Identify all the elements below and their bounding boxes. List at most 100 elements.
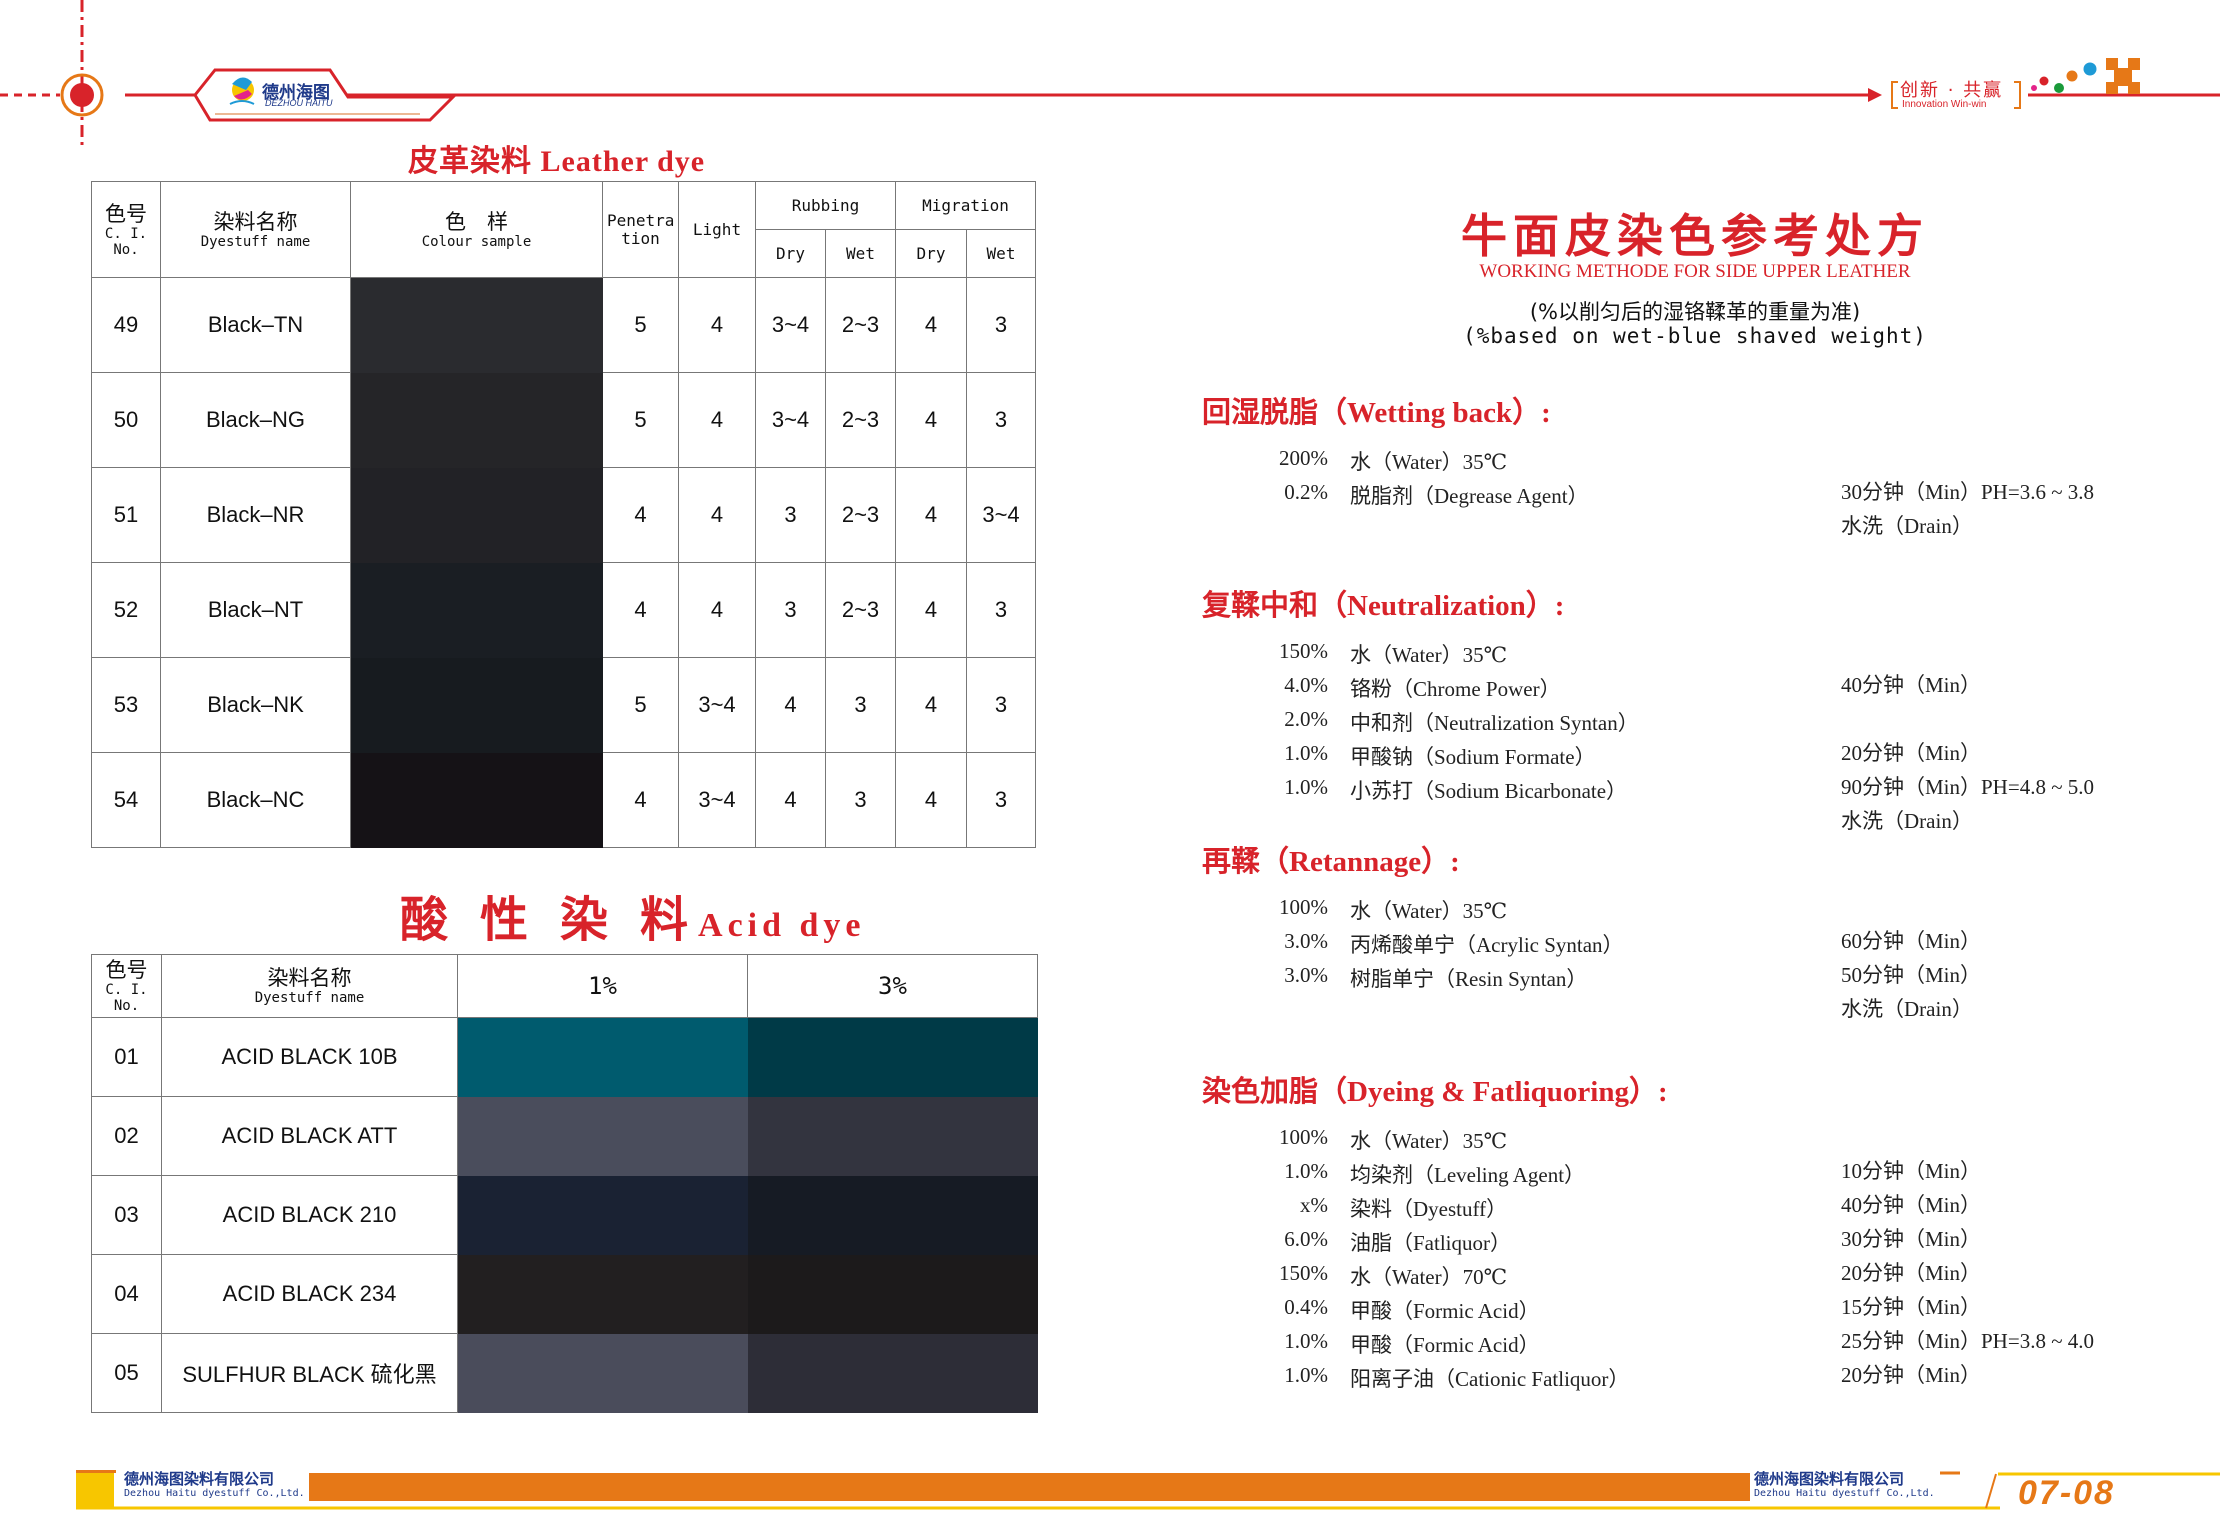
light-cell: 4 [678,467,756,563]
rubbing-wet-cell: 3 [825,752,896,848]
slogan-en: Innovation Win-win [1902,99,1987,110]
logo-name-en: DEZHOU HAITU [265,98,333,108]
colour-sample-swatch [350,467,603,563]
step-time: 40分钟（Min） [1841,1193,1982,1217]
step-percent: 1.0% [1284,1363,1328,1387]
table-row: 05 SULFHUR BLACK 硫化黑 [91,1333,1038,1413]
header-rubbing-wet: Wet [825,229,896,278]
recipe-step: x% 染料（Dyestuff） 40分钟（Min） [1202,1193,2192,1227]
rubbing-wet-cell: 2~3 [825,562,896,658]
dyestuff-name-cell: ACID BLACK 234 [161,1254,458,1334]
swatch-1-percent [457,1333,748,1413]
header-migration-wet: Wet [965,229,1037,278]
recipe-step: 100% 水（Water）35℃ [1202,1125,2192,1159]
migration-wet-cell: 3 [965,562,1037,658]
colour-sample-swatch [350,562,603,658]
step-chemical: 丙烯酸单宁（Acrylic Syntan） [1350,933,1624,957]
step-time: 30分钟（Min） [1841,1227,1982,1251]
rubbing-wet-cell: 3 [825,657,896,753]
migration-wet-cell: 3 [965,372,1037,468]
header-migration: Migration [894,181,1037,230]
step-percent: 3.0% [1284,929,1328,953]
recipe-step: 4.0% 铬粉（Chrome Power） 40分钟（Min） [1202,673,2192,707]
recipe-note-en: (%based on wet-blue shaved weight) [1463,324,1927,348]
step-chemical: 甲酸钠（Sodium Formate） [1350,745,1596,769]
header-ci-no: 色号 C. I. No. [91,954,162,1018]
ci-no-cell: 54 [91,752,161,848]
recipe-subtitle: WORKING METHODE FOR SIDE UPPER LEATHER [1479,261,1911,282]
ci-no-cell: 50 [91,372,161,468]
step-percent: 0.4% [1284,1295,1328,1319]
dyestuff-name-cell: ACID BLACK 210 [161,1175,458,1255]
ci-no-cell: 05 [91,1333,162,1413]
recipe-step: 水洗（Drain） [1202,997,2192,1031]
header-rubbing-dry: Dry [755,229,826,278]
step-chemical: 染料（Dyestuff） [1350,1197,1508,1221]
light-cell: 4 [678,562,756,658]
page-number: 07-08 [2018,1474,2115,1512]
ci-no-cell: 03 [91,1175,162,1255]
recipe-step: 1.0% 均染剂（Leveling Agent） 10分钟（Min） [1202,1159,2192,1193]
step-time: 30分钟（Min）PH=3.6 ~ 3.8 [1841,480,2095,504]
recipe-step: 1.0% 阳离子油（Cationic Fatliquor） 20分钟（Min） [1202,1363,2192,1397]
table-row: 03 ACID BLACK 210 [91,1175,1038,1255]
migration-dry-cell: 4 [895,372,967,468]
swatch-3-percent [747,1254,1038,1334]
step-chemical: 铬粉（Chrome Power） [1350,677,1561,701]
header-dyestuff-name: 染料名称 Dyestuff name [161,954,458,1018]
light-cell: 4 [678,372,756,468]
migration-dry-cell: 4 [895,657,967,753]
recipe-step: 0.2% 脱脂剂（Degrease Agent） 30分钟（Min）PH=3.6 ~… [1202,480,2192,514]
migration-dry-cell: 4 [895,752,967,848]
step-chemical: 中和剂（Neutralization Syntan） [1350,711,1639,735]
dyestuff-name-cell: Black–NR [160,467,351,563]
header-ci-no: 色号 C. I. No. [91,181,161,278]
rubbing-dry-cell: 3 [755,467,826,563]
swatch-3-percent [747,1017,1038,1097]
swatch-3-percent [747,1096,1038,1176]
step-percent: 1.0% [1284,1159,1328,1183]
colour-sample-swatch [350,752,603,848]
header-migration-dry: Dry [895,229,967,278]
penetration-cell: 5 [602,372,679,468]
recipe-note-cn: (%以削匀后的湿铬鞣革的重量为准) [1529,300,1861,324]
recipe-title: 牛面皮染色参考处方 [1461,209,1929,263]
step-percent: 3.0% [1284,963,1328,987]
dyestuff-name-cell: ACID BLACK ATT [161,1096,458,1176]
dyestuff-name-cell: ACID BLACK 10B [161,1017,458,1097]
step-percent: 1.0% [1284,1329,1328,1353]
step-percent: 0.2% [1284,480,1328,504]
swatch-3-percent [747,1175,1038,1255]
pattern-logo-icon [2106,58,2140,94]
light-cell: 3~4 [678,657,756,753]
recipe-section-heading: 回湿脱脂（Wetting back）: [1202,397,1551,429]
table-row: 52 Black–NT 4 4 3 2~3 4 3 [91,562,1037,658]
ci-no-cell: 53 [91,657,161,753]
recipe-step: 6.0% 油脂（Fatliquor） 30分钟（Min） [1202,1227,2192,1261]
colored-dots-icon [2031,62,2097,93]
footer-company-right: 德州海图染料有限公司 Dezhou Haitu dyestuff Co.,Ltd. [1754,1470,1935,1500]
ci-no-cell: 01 [91,1017,162,1097]
acid-dye-table: 色号 C. I. No. 染料名称 Dyestuff name 1% 3% 01 AC… [91,954,1038,1413]
light-cell: 4 [678,277,756,373]
recipe-step: 1.0% 小苏打（Sodium Bicarbonate） 90分钟（Min）PH=4… [1202,775,2192,809]
step-time: 10分钟（Min） [1841,1159,1982,1183]
leather-dye-table: 色号 C. I. No. 染料名称 Dyestuff name 色 样 Colour … [91,181,1037,848]
recipe-step: 3.0% 树脂单宁（Resin Syntan） 50分钟（Min） [1202,963,2192,997]
recipe-step: 0.4% 甲酸（Formic Acid） 15分钟（Min） [1202,1295,2192,1329]
colour-sample-swatch [350,372,603,468]
dyestuff-name-cell: Black–NK [160,657,351,753]
dyestuff-name-cell: Black–NC [160,752,351,848]
migration-wet-cell: 3 [965,277,1037,373]
step-chemical: 小苏打（Sodium Bicarbonate） [1350,779,1628,803]
recipe-step: 200% 水（Water）35℃ [1202,446,2192,480]
table-row: 53 Black–NK 5 3~4 4 3 4 3 [91,657,1037,753]
recipe-step: 水洗（Drain） [1202,809,2192,843]
step-percent: 150% [1279,1261,1328,1285]
table-row: 51 Black–NR 4 4 3 2~3 4 3~4 [91,467,1037,563]
recipe-section-heading: 染色加脂（Dyeing & Fatliquoring）: [1202,1076,1668,1108]
step-percent: 4.0% [1284,673,1328,697]
ci-no-cell: 52 [91,562,161,658]
header-colour-sample: 色 样 Colour sample [350,181,603,278]
step-time: 60分钟（Min） [1841,929,1982,953]
